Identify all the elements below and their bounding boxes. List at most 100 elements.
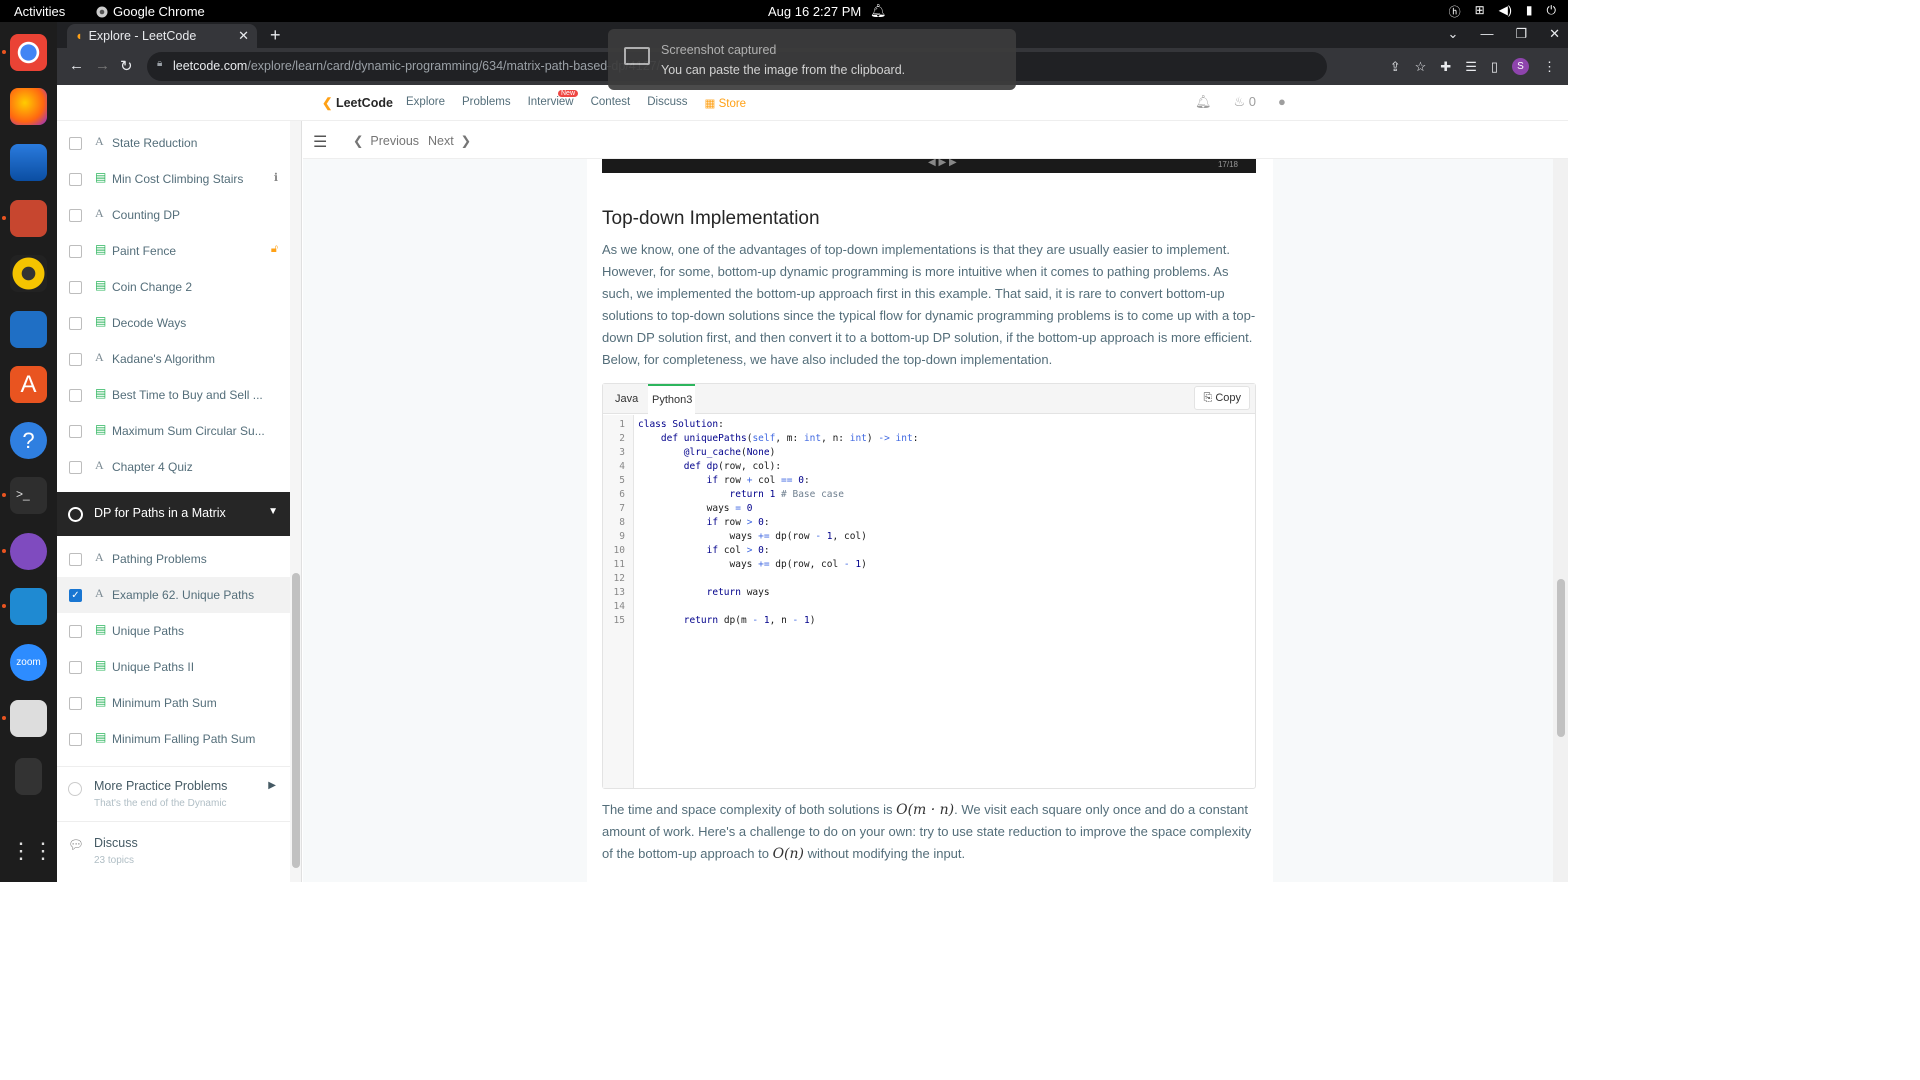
sidebar-item[interactable]: ▤ Unique Paths II — [57, 649, 290, 685]
nav-interview[interactable]: Interview — [528, 96, 574, 110]
share-icon[interactable]: ⇪ — [1390, 59, 1401, 75]
checkbox[interactable] — [69, 661, 82, 674]
checkbox[interactable] — [69, 173, 82, 186]
checkbox[interactable] — [69, 461, 82, 474]
tab-python3[interactable]: Python3 — [648, 384, 695, 414]
next-button[interactable]: Next ❯ — [428, 133, 471, 148]
play-icon[interactable]: ◀ ▶ ▶ — [928, 159, 957, 168]
nav-store[interactable]: ▦ Store — [705, 96, 764, 110]
notification-bell-icon[interactable]: 🔔︎ — [1195, 94, 1212, 110]
reload-icon[interactable]: ↻ — [120, 57, 133, 75]
line-number: 11 — [613, 559, 625, 570]
menu-icon[interactable]: ☰ — [313, 132, 327, 152]
sidebar-item[interactable]: A Chapter 4 Quiz — [57, 449, 290, 485]
sidebar-item[interactable]: ▤ Coin Change 2 — [57, 269, 290, 305]
checkbox[interactable] — [69, 553, 82, 566]
user-avatar-icon[interactable]: ● — [1278, 94, 1286, 110]
sidebar-item[interactable]: ▤ Min Cost Climbing Stairs ℹ — [57, 161, 290, 197]
sidebar-item[interactable]: ▤ Unique Paths — [57, 613, 290, 649]
firefox-icon[interactable] — [10, 88, 47, 125]
chapter-header[interactable]: DP for Paths in a Matrix ▼ — [57, 492, 290, 536]
chrome-dock-icon[interactable] — [10, 34, 47, 71]
sidebar-item[interactable]: A Counting DP — [57, 197, 290, 233]
more-practice-section[interactable]: More Practice Problems That's the end of… — [57, 766, 290, 821]
app-grid-icon[interactable]: ⋮⋮ — [10, 832, 54, 869]
sidebar-scroll-thumb[interactable] — [292, 573, 300, 868]
sidebar-item[interactable]: ▤ Paint Fence 🔓︎ — [57, 233, 290, 269]
sidebar-item[interactable]: ▤ Decode Ways — [57, 305, 290, 341]
checkbox[interactable] — [69, 317, 82, 330]
system-tray[interactable]: ⓗ ⊞ ◀︎) ▮ ⏻ — [1449, 3, 1556, 20]
page-scroll-thumb[interactable] — [1557, 579, 1565, 737]
checkbox[interactable] — [69, 389, 82, 402]
vscode-icon[interactable] — [10, 588, 47, 625]
sidebar-scrollbar[interactable] — [290, 121, 302, 882]
nav-discuss[interactable]: Discuss — [647, 96, 687, 110]
minimize-icon[interactable]: — — [1480, 26, 1493, 42]
leetcode-logo[interactable]: ❮ LeetCode — [322, 95, 393, 110]
sidebar-item[interactable]: A State Reduction — [57, 125, 290, 161]
nav-contest[interactable]: Contest — [591, 96, 631, 110]
notification-body: You can paste the image from the clipboa… — [661, 63, 906, 77]
slideshow-controls[interactable]: ◀ ▶ ▶ 17/18 — [602, 159, 1256, 173]
tab-java[interactable]: Java — [615, 393, 638, 405]
sidebar-item[interactable]: A Pathing Problems — [57, 541, 290, 577]
checkbox[interactable] — [69, 697, 82, 710]
screenshot-icon[interactable] — [10, 700, 47, 737]
bookmark-star-icon[interactable]: ☆ — [1415, 59, 1427, 75]
screenshot-notification[interactable]: Screenshot captured You can paste the im… — [608, 29, 1016, 90]
checkbox[interactable] — [69, 245, 82, 258]
streak-icon[interactable]: ♨ 0 — [1234, 94, 1257, 110]
checkbox[interactable] — [69, 353, 82, 366]
rhythmbox-icon[interactable] — [10, 255, 47, 292]
checkbox[interactable] — [69, 209, 82, 222]
network-icon: ⊞ — [1474, 3, 1485, 17]
files-icon[interactable] — [10, 200, 47, 237]
close-tab-icon[interactable]: ✕ — [238, 28, 249, 44]
checkbox[interactable] — [69, 137, 82, 150]
info-icon[interactable]: ℹ — [274, 171, 278, 184]
checkbox[interactable] — [69, 425, 82, 438]
sidebar-item[interactable]: ▤ Minimum Path Sum — [57, 685, 290, 721]
app-menu[interactable]: Google Chrome — [96, 4, 205, 19]
extensions-icon[interactable]: ✚ — [1440, 59, 1451, 75]
help-icon[interactable]: ? — [10, 422, 47, 459]
close-window-icon[interactable]: ✕ — [1549, 26, 1560, 42]
profile-avatar[interactable]: S — [1512, 58, 1529, 75]
tab-search-icon[interactable]: ⌄ — [1448, 26, 1459, 42]
side-panel-icon[interactable]: ▯ — [1491, 59, 1498, 75]
sidebar-item-current[interactable]: ✓ A Example 62. Unique Paths — [57, 577, 290, 613]
collapse-caret-icon[interactable]: ▼ — [268, 506, 278, 517]
thunderbird-icon[interactable] — [10, 144, 47, 181]
maximize-icon[interactable]: ❐ — [1515, 26, 1527, 42]
checkbox[interactable] — [69, 281, 82, 294]
software-icon[interactable]: A — [10, 366, 47, 403]
back-icon[interactable]: ← — [69, 57, 84, 74]
chrome-menu-icon[interactable]: ⋮ — [1543, 59, 1556, 75]
forward-icon[interactable]: → — [95, 57, 110, 74]
browser-tab[interactable]: ◖ Explore - LeetCode ✕ — [67, 24, 257, 48]
zoom-icon[interactable]: zoom — [10, 644, 47, 681]
terminal-icon[interactable]: >_ — [10, 477, 47, 514]
discuss-section[interactable]: 💬︎ Discuss 23 topics — [57, 821, 290, 882]
nav-problems[interactable]: Problems — [462, 96, 511, 110]
new-tab-icon[interactable]: + — [270, 25, 281, 46]
sidebar-item[interactable]: A Kadane's Algorithm — [57, 341, 290, 377]
sidebar-item[interactable]: ▤ Maximum Sum Circular Su... — [57, 413, 290, 449]
checkbox[interactable] — [69, 733, 82, 746]
expand-caret-icon[interactable]: ▶ — [268, 780, 276, 791]
writer-icon[interactable] — [10, 311, 47, 348]
nav-explore[interactable]: Explore — [406, 96, 445, 110]
checked-checkbox[interactable]: ✓ — [69, 589, 82, 602]
drive-icon[interactable] — [15, 758, 42, 795]
page-scrollbar[interactable] — [1553, 159, 1568, 882]
sidebar-item[interactable]: ▤ Minimum Falling Path Sum — [57, 721, 290, 757]
reading-list-icon[interactable]: ☰ — [1465, 59, 1477, 75]
checkbox[interactable] — [69, 625, 82, 638]
clock[interactable]: Aug 16 2:27 PM — [768, 4, 861, 19]
emacs-icon[interactable] — [10, 533, 47, 570]
copy-button[interactable]: ⎘ Copy — [1194, 386, 1250, 410]
activities-button[interactable]: Activities — [14, 4, 65, 19]
sidebar-item[interactable]: ▤ Best Time to Buy and Sell ... — [57, 377, 290, 413]
previous-button[interactable]: ❮ Previous — [353, 133, 419, 148]
